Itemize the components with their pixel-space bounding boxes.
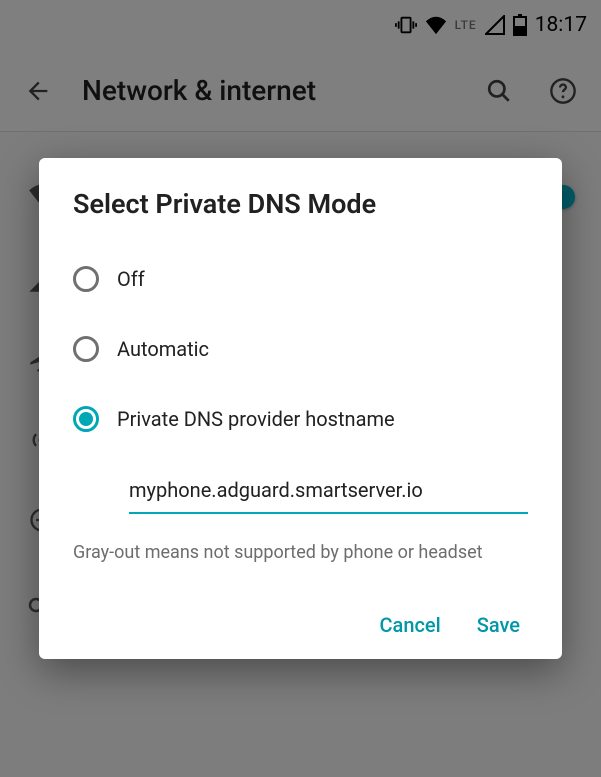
hostname-input[interactable] (129, 472, 528, 514)
dialog-actions: Cancel Save (39, 603, 562, 651)
radio-option-automatic[interactable]: Automatic (73, 314, 528, 384)
radio-label: Private DNS provider hostname (117, 407, 395, 431)
radio-label: Automatic (117, 337, 209, 361)
radio-icon (73, 336, 99, 362)
radio-icon (73, 406, 99, 432)
save-button[interactable]: Save (477, 613, 520, 637)
radio-label: Off (117, 267, 145, 291)
radio-icon (73, 266, 99, 292)
radio-option-off[interactable]: Off (73, 244, 528, 314)
private-dns-dialog: Select Private DNS Mode Off Automatic Pr… (39, 158, 562, 659)
cancel-button[interactable]: Cancel (380, 613, 441, 637)
dns-mode-radio-group: Off Automatic Private DNS provider hostn… (39, 244, 562, 454)
dialog-title: Select Private DNS Mode (39, 158, 562, 244)
helper-text: Gray-out means not supported by phone or… (39, 522, 562, 603)
hostname-input-wrapper (39, 454, 562, 522)
radio-option-provider[interactable]: Private DNS provider hostname (73, 384, 528, 454)
